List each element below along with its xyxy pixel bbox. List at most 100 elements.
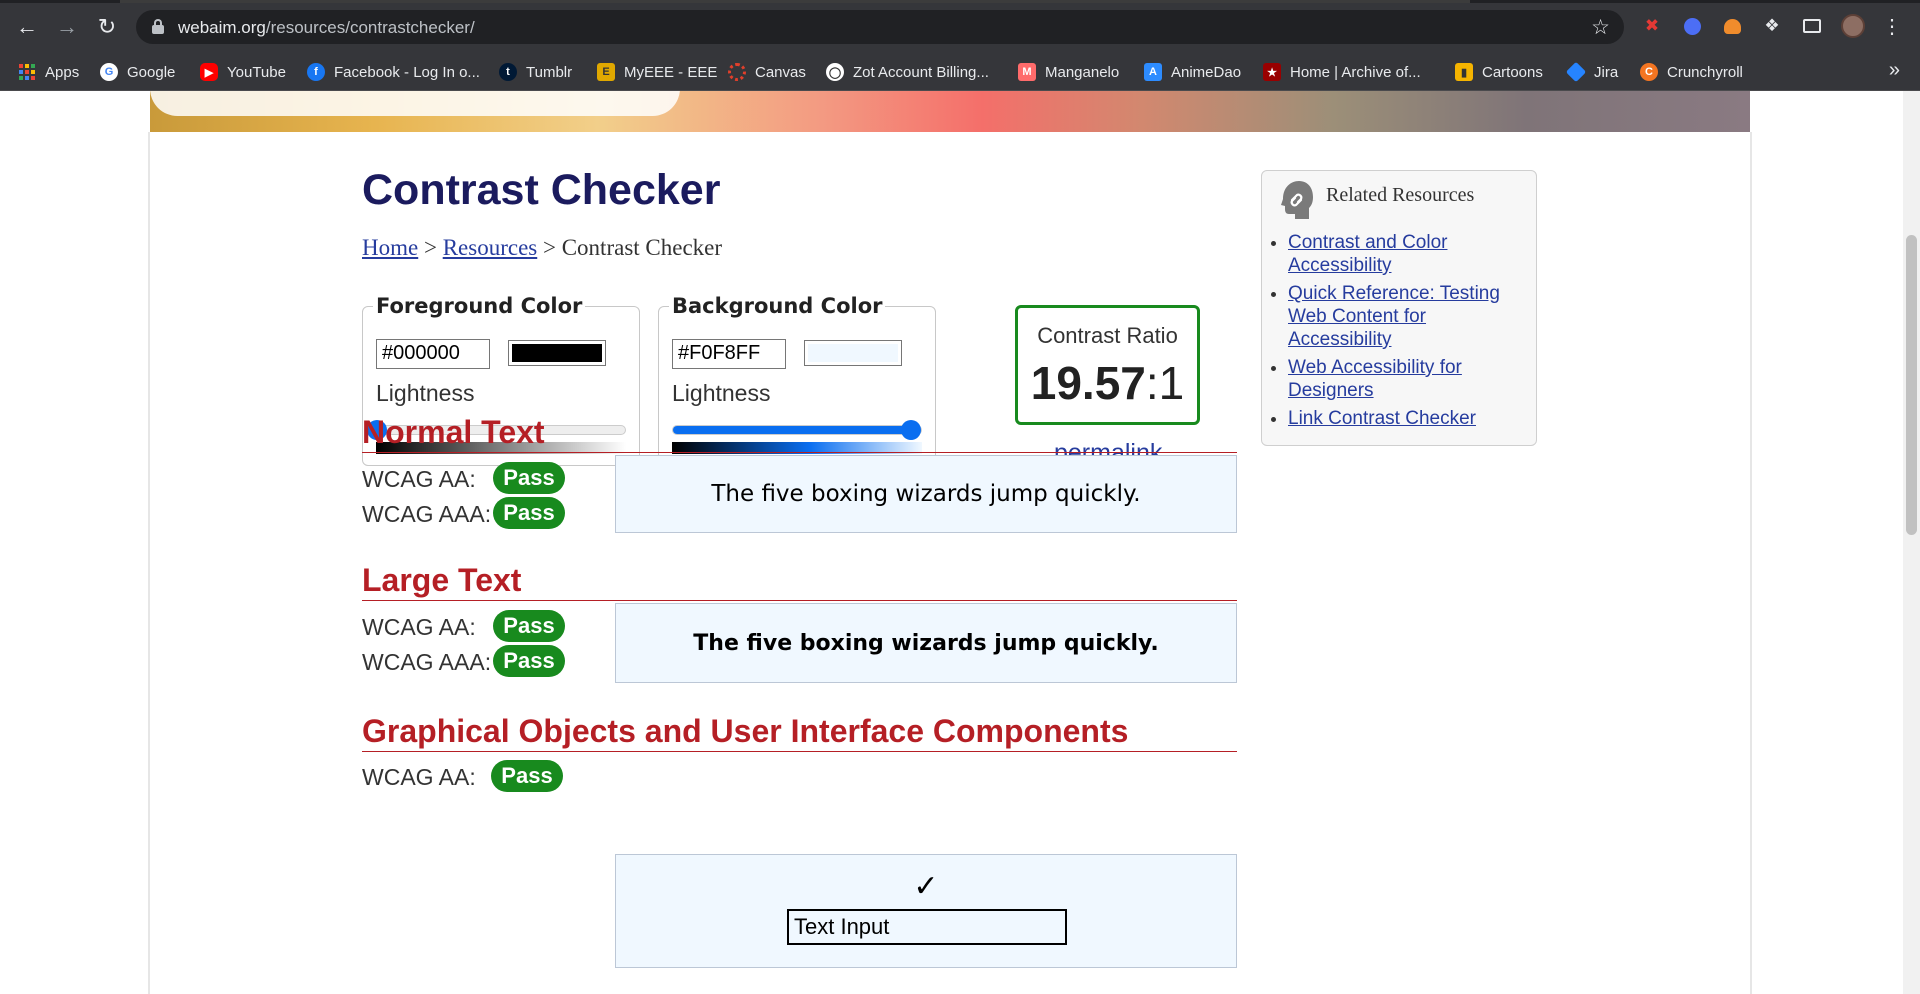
breadcrumb-separator: > (537, 235, 562, 260)
bookmark-label: Crunchyroll (1667, 63, 1743, 81)
extension-doc-icon[interactable] (1680, 14, 1704, 38)
bookmark-google[interactable]: G Google (100, 61, 175, 83)
address-bar[interactable]: webaim.org/resources/contrastchecker/ ☆ (136, 10, 1624, 44)
bookmark-label: YouTube (227, 63, 286, 81)
lock-icon (152, 19, 164, 34)
extension-red-icon[interactable]: ✖ (1640, 14, 1664, 38)
graphical-aa-pass-badge: Pass (491, 760, 563, 792)
bookmark-animedao[interactable]: A AnimeDao (1144, 61, 1241, 83)
bookmarks-overflow-chevron-icon[interactable]: » (1889, 59, 1900, 82)
reload-icon[interactable]: ↻ (92, 12, 122, 42)
related-link-link-contrast[interactable]: Link Contrast Checker (1288, 408, 1476, 429)
content-right-edge (1750, 132, 1752, 994)
bookmarks-bar: Apps G Google ▶ YouTube f Facebook - Log… (0, 53, 1920, 91)
bookmark-label: Jira (1594, 63, 1619, 81)
related-link-quick-reference[interactable]: Quick Reference: Testing Web Content for… (1288, 283, 1500, 350)
list-item: Link Contrast Checker (1288, 407, 1528, 430)
bookmark-tumblr[interactable]: t Tumblr (499, 61, 572, 83)
foreground-hex-input[interactable]: #000000 (376, 339, 490, 369)
large-aaa-label: WCAG AAA: (362, 649, 492, 675)
background-legend: Background Color (669, 294, 886, 318)
bookmark-apps[interactable]: Apps (18, 61, 79, 83)
url-text: webaim.org/resources/contrastchecker/ (178, 18, 475, 37)
normal-aaa-label: WCAG AAA: (362, 501, 492, 527)
foreground-legend: Foreground Color (373, 294, 586, 318)
related-link-designers[interactable]: Web Accessibility for Designers (1288, 357, 1462, 401)
bookmark-label: AnimeDao (1171, 63, 1242, 81)
bookmark-label: Tumblr (526, 63, 573, 81)
background-swatch-fill (808, 344, 898, 362)
background-lightness-label: Lightness (672, 380, 771, 406)
cast-icon[interactable] (1800, 14, 1824, 38)
facebook-icon: f (307, 63, 325, 81)
zot-icon: ◯ (826, 63, 844, 81)
link-head-icon (1281, 181, 1313, 219)
bookmark-label: Facebook - Log In o... (334, 63, 480, 81)
apps-grid-icon (18, 63, 36, 81)
bookmark-zot[interactable]: ◯ Zot Account Billing... (826, 61, 989, 83)
active-tab-edge (120, 0, 1470, 3)
normal-text-heading: Normal Text (362, 414, 1237, 453)
bookmark-label: Zot Account Billing... (853, 63, 989, 81)
page-title: Contrast Checker (362, 166, 721, 214)
background-color-picker[interactable] (804, 340, 902, 366)
bookmark-canvas[interactable]: Canvas (728, 61, 806, 83)
browser-menu-icon[interactable]: ⋮ (1880, 14, 1904, 38)
bookmark-label: Canvas (755, 63, 806, 81)
graphical-objects-heading: Graphical Objects and User Interface Com… (362, 713, 1237, 752)
breadcrumb: Home > Resources > Contrast Checker (362, 235, 722, 261)
extensions-puzzle-icon[interactable]: ❖ (1760, 14, 1784, 38)
jira-icon (1565, 61, 1587, 83)
breadcrumb-home-link[interactable]: Home (362, 235, 418, 260)
contrast-ratio-label: Contrast Ratio (1037, 323, 1178, 348)
large-text-sample: The five boxing wizards jump quickly. (615, 603, 1237, 683)
related-resources-title: Related Resources (1326, 184, 1475, 206)
google-icon: G (100, 63, 118, 81)
large-aa-label: WCAG AA: (362, 614, 476, 640)
related-resources-panel: Related Resources Contrast and Color Acc… (1261, 170, 1537, 446)
forward-arrow-icon[interactable]: → (52, 12, 82, 42)
contrast-ratio-value: 19.57:1 (1018, 356, 1197, 410)
canvas-icon (728, 63, 746, 81)
bookmark-manganelo[interactable]: M Manganelo (1018, 61, 1119, 83)
back-arrow-icon[interactable]: ← (12, 12, 42, 42)
bookmark-myeee[interactable]: E MyEEE - EEE (597, 61, 717, 83)
foreground-swatch-fill (512, 344, 602, 362)
bookmark-jira[interactable]: Jira (1565, 61, 1619, 83)
large-text-heading: Large Text (362, 562, 1237, 601)
breadcrumb-separator: > (418, 235, 443, 260)
normal-text-sample: The five boxing wizards jump quickly. (615, 455, 1237, 533)
breadcrumb-resources-link[interactable]: Resources (443, 235, 538, 260)
youtube-icon: ▶ (200, 63, 218, 81)
contrast-ratio-suffix: :1 (1145, 357, 1185, 409)
browser-toolbar: ← → ↻ webaim.org/resources/contrastcheck… (0, 0, 1920, 53)
manganelo-icon: M (1018, 63, 1036, 81)
profile-avatar[interactable] (1841, 14, 1865, 38)
bookmark-label: Apps (45, 63, 80, 81)
bookmark-facebook[interactable]: f Facebook - Log In o... (307, 61, 480, 83)
ao3-icon: ★ (1263, 63, 1281, 81)
bookmark-ao3[interactable]: ★ Home | Archive of... (1263, 61, 1421, 83)
bookmark-label: Cartoons (1482, 63, 1543, 81)
bookmark-cartoons[interactable]: ▮ Cartoons (1455, 61, 1543, 83)
related-link-contrast-color[interactable]: Contrast and Color Accessibility (1288, 232, 1447, 276)
breadcrumb-current: Contrast Checker (561, 235, 723, 260)
extension-mushroom-icon[interactable] (1720, 14, 1744, 38)
checkmark-icon: ✓ (913, 870, 939, 903)
normal-aaa-pass-badge: Pass (493, 497, 565, 529)
scrollbar-thumb[interactable] (1906, 235, 1917, 535)
contrast-ratio-box: Contrast Ratio 19.57:1 (1015, 305, 1200, 425)
graphical-sample-box: ✓ Text Input (615, 854, 1237, 968)
tumblr-icon: t (499, 63, 517, 81)
sample-text-input[interactable]: Text Input (787, 909, 1067, 945)
bookmark-label: Home | Archive of... (1290, 63, 1421, 81)
content-left-edge (148, 132, 150, 994)
page-scrollbar[interactable] (1903, 91, 1920, 994)
bookmark-star-icon[interactable]: ☆ (1591, 15, 1610, 40)
large-aaa-pass-badge: Pass (493, 645, 565, 677)
bookmark-crunchyroll[interactable]: C Crunchyroll (1640, 61, 1743, 83)
bookmark-youtube[interactable]: ▶ YouTube (200, 61, 286, 83)
hero-search-pill (150, 91, 680, 116)
background-hex-input[interactable]: #F0F8FF (672, 339, 786, 369)
foreground-color-picker[interactable] (508, 340, 606, 366)
